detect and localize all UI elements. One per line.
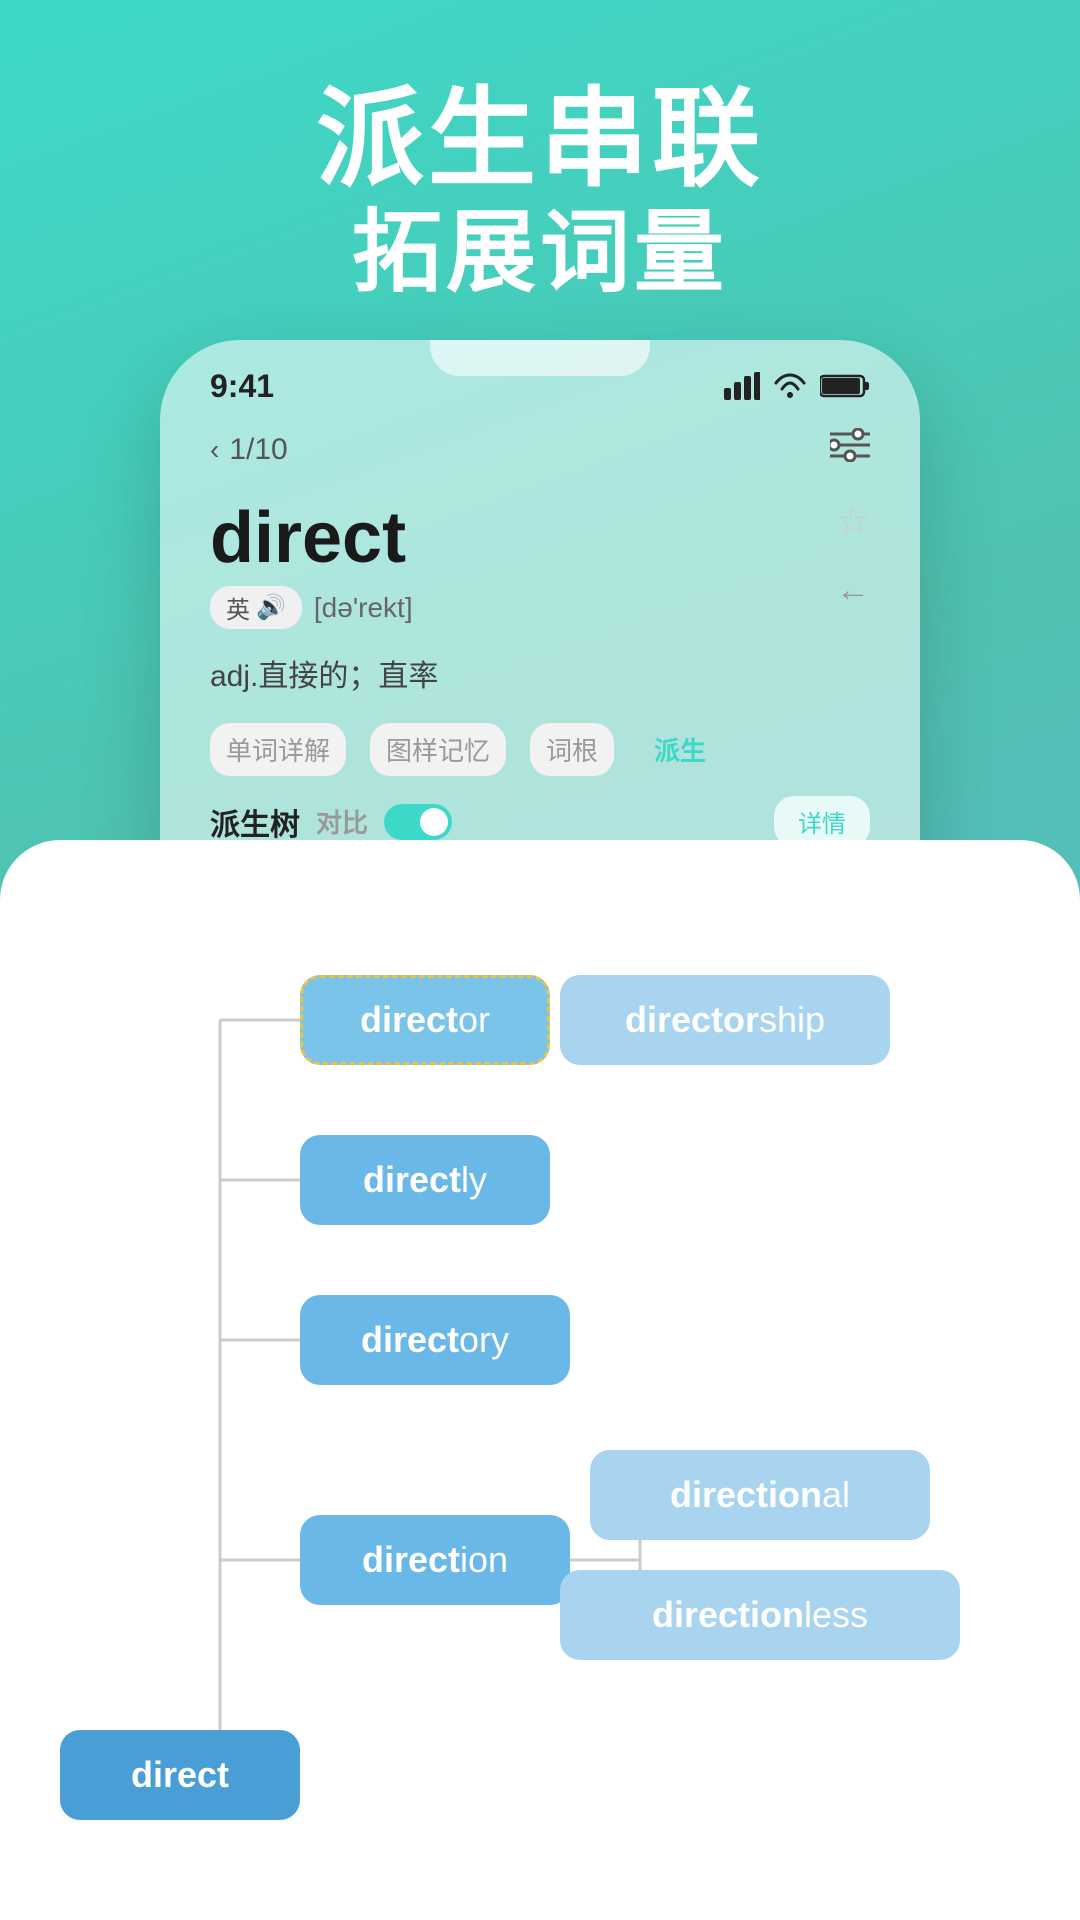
node-directly-text: directly xyxy=(363,1159,487,1201)
sound-icon[interactable]: 🔊 xyxy=(256,593,286,622)
tab-bar: 单词详解 图样记忆 词根 派生 xyxy=(160,695,920,776)
back-chevron-icon[interactable]: ‹ xyxy=(210,434,219,466)
lang-badge[interactable]: 英 🔊 xyxy=(210,586,302,629)
hero-section: 派生串联 拓展词量 xyxy=(0,0,1080,347)
tab-derivative[interactable]: 派生 xyxy=(638,723,722,776)
favorite-star-icon[interactable]: ☆ xyxy=(836,499,870,544)
nav-row: ‹ 1/10 xyxy=(160,410,920,471)
hero-line1: 派生串联 xyxy=(0,80,1080,199)
tree-canvas: direct director directorship directly di… xyxy=(0,840,1080,1920)
node-directory[interactable]: directory xyxy=(300,1295,570,1385)
tab-image-memory[interactable]: 图样记忆 xyxy=(370,723,506,776)
back-arrow-icon[interactable]: ← xyxy=(836,571,870,610)
node-director[interactable]: director xyxy=(300,975,550,1065)
node-directly[interactable]: directly xyxy=(300,1135,550,1225)
filter-icon[interactable] xyxy=(830,428,870,471)
word-section: direct 英 🔊 [də'rekt] adj.直接的；直率 ☆ ← xyxy=(160,471,920,695)
node-direction-text: direction xyxy=(362,1539,508,1581)
status-time: 9:41 xyxy=(210,368,274,405)
node-directory-text: directory xyxy=(361,1319,509,1361)
page-counter: 1/10 xyxy=(229,433,287,467)
status-icons xyxy=(724,372,870,400)
node-direction[interactable]: direction xyxy=(300,1515,570,1605)
word-tree-card: direct director directorship directly di… xyxy=(0,840,1080,1920)
nav-back-area[interactable]: ‹ 1/10 xyxy=(210,433,288,467)
node-direct[interactable]: direct xyxy=(60,1730,300,1820)
phone-notch xyxy=(430,340,650,376)
word-title: direct xyxy=(210,499,870,578)
signal-icon xyxy=(724,372,760,400)
node-direct-text: direct xyxy=(131,1754,229,1796)
node-directional-text: directional xyxy=(670,1474,850,1516)
word-phonetic-row: 英 🔊 [də'rekt] xyxy=(210,586,870,629)
tree-title: 派生树 xyxy=(210,800,300,844)
hero-line2: 拓展词量 xyxy=(0,199,1080,307)
node-directionless[interactable]: directionless xyxy=(560,1570,960,1660)
toggle-knob xyxy=(420,808,448,836)
tab-word-detail[interactable]: 单词详解 xyxy=(210,723,346,776)
tree-label: 派生树 对比 xyxy=(210,800,452,844)
node-director-text: director xyxy=(360,999,490,1041)
tab-root[interactable]: 词根 xyxy=(530,723,614,776)
compare-label: 对比 xyxy=(316,803,368,840)
battery-icon xyxy=(820,373,870,399)
compare-toggle[interactable] xyxy=(384,804,452,840)
node-directionless-text: directionless xyxy=(652,1594,868,1636)
node-directorship[interactable]: directorship xyxy=(560,975,890,1065)
phonetic-text: [də'rekt] xyxy=(314,592,413,624)
node-directional[interactable]: directional xyxy=(590,1450,930,1540)
tree-header: 派生树 对比 详情 xyxy=(160,776,920,847)
wifi-icon xyxy=(772,372,808,400)
word-meaning: adj.直接的；直率 xyxy=(210,651,870,695)
lang-label: 英 xyxy=(226,590,250,625)
node-directorship-text: directorship xyxy=(625,999,825,1041)
